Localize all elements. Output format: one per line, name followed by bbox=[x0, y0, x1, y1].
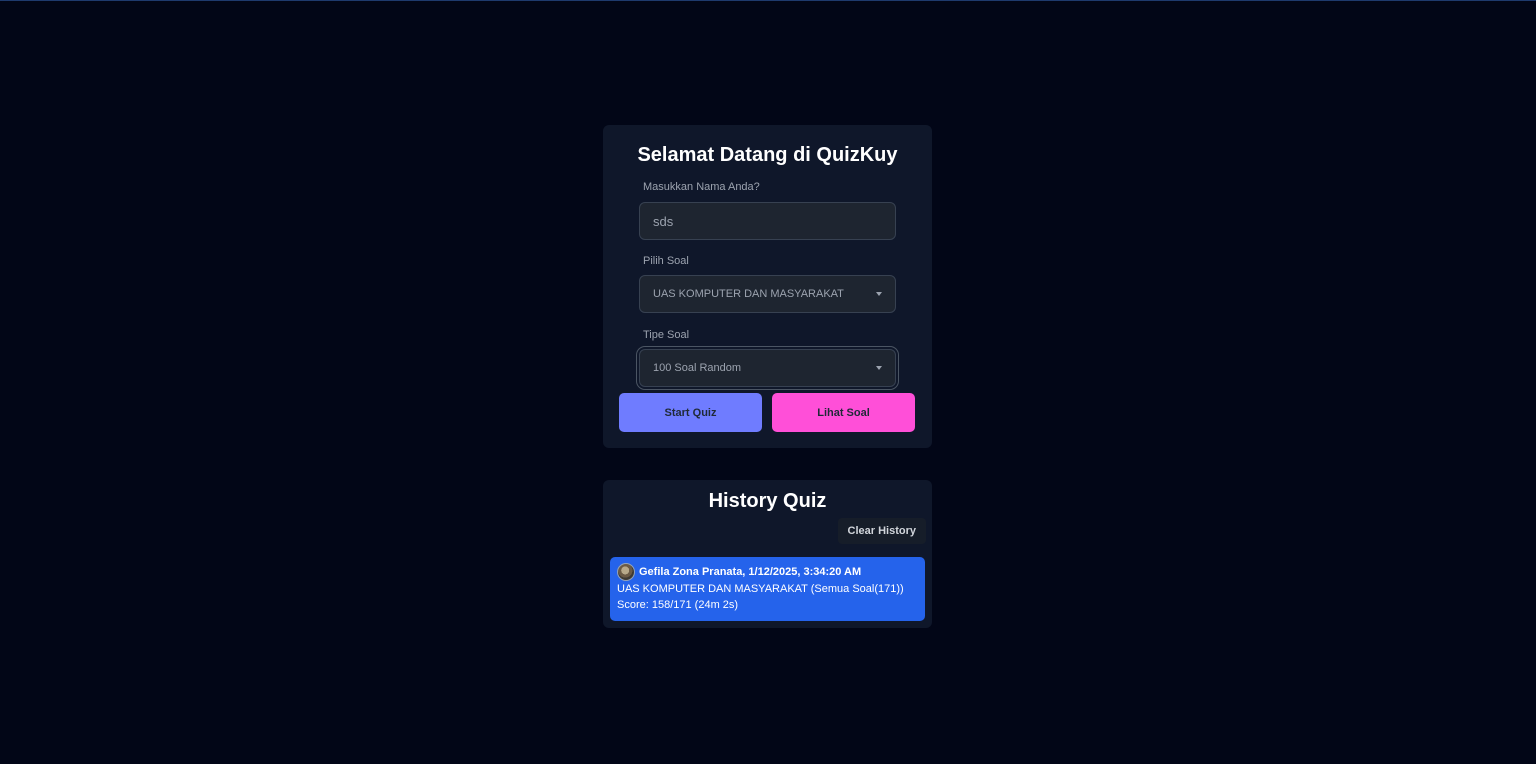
name-label: Masukkan Nama Anda? bbox=[643, 181, 760, 193]
top-border-line bbox=[0, 0, 1536, 1]
history-card: History Quiz Clear History Gefila Zona P… bbox=[603, 480, 932, 628]
history-item-quiz: UAS KOMPUTER DAN MASYARAKAT (Semua Soal(… bbox=[617, 583, 904, 595]
soal-select-value: UAS KOMPUTER DAN MASYARAKAT bbox=[653, 288, 844, 300]
tipe-select[interactable]: 100 Soal Random bbox=[639, 349, 896, 387]
welcome-title: Selamat Datang di QuizKuy bbox=[637, 144, 898, 166]
chevron-down-icon bbox=[876, 366, 882, 370]
history-item-score: Score: 158/171 (24m 2s) bbox=[617, 599, 739, 611]
start-quiz-button[interactable]: Start Quiz bbox=[619, 393, 762, 432]
clear-history-button[interactable]: Clear History bbox=[837, 518, 926, 544]
chevron-down-icon bbox=[876, 292, 882, 296]
history-title: History Quiz bbox=[708, 490, 827, 512]
history-item[interactable]: Gefila Zona Pranata, 1/12/2025, 3:34:20 … bbox=[610, 557, 925, 621]
tipe-select-value: 100 Soal Random bbox=[653, 362, 742, 374]
soal-select[interactable]: UAS KOMPUTER DAN MASYARAKAT bbox=[639, 275, 896, 313]
tipe-label: Tipe Soal bbox=[643, 329, 690, 341]
history-item-header: Gefila Zona Pranata, 1/12/2025, 3:34:20 … bbox=[639, 566, 862, 578]
soal-label: Pilih Soal bbox=[643, 255, 689, 267]
welcome-card: Selamat Datang di QuizKuy Masukkan Nama … bbox=[603, 125, 932, 448]
name-input[interactable] bbox=[639, 202, 896, 240]
avatar bbox=[617, 563, 635, 581]
lihat-soal-button[interactable]: Lihat Soal bbox=[772, 393, 915, 432]
